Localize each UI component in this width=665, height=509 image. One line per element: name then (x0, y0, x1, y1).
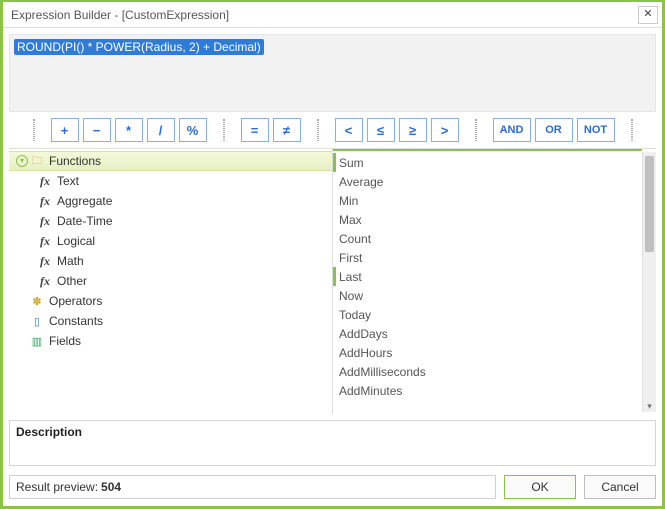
list-item[interactable]: Last (333, 267, 642, 286)
constants-icon: ▯ (29, 313, 45, 329)
tree-label: Text (57, 174, 79, 188)
tree-label: Other (57, 274, 87, 288)
ok-button[interactable]: OK (504, 475, 576, 499)
op-plus[interactable]: + (51, 118, 79, 142)
toolbar-separator (33, 119, 35, 141)
toolbar-separator (223, 119, 225, 141)
description-label: Description (16, 425, 82, 439)
op-minus[interactable]: − (83, 118, 111, 142)
op-divide[interactable]: / (147, 118, 175, 142)
fx-icon: fx (37, 193, 53, 209)
function-list-pane: Sum Average Min Max Count First Last Now… (333, 149, 656, 414)
operator-toolbar: + − * / % = ≠ < ≤ ≥ > AND OR NOT (3, 118, 662, 148)
fields-icon: ▥ (29, 333, 45, 349)
list-item[interactable]: AddDays (333, 324, 642, 343)
tree-label: Constants (49, 314, 103, 328)
result-value: 504 (101, 480, 121, 494)
expression-text: ROUND(PI() * POWER(Radius, 2) + Decimal) (14, 39, 264, 55)
close-icon: ✕ (643, 9, 652, 20)
op-and[interactable]: AND (493, 118, 531, 142)
category-tree: ▾ 🗀 Functions fx Text fx Aggregate fx Da… (9, 149, 332, 353)
tree-constants[interactable]: ▯ Constants (9, 311, 332, 331)
scrollbar[interactable]: ▾ (642, 152, 656, 412)
tree-label: Functions (49, 154, 101, 168)
list-item[interactable]: Count (333, 229, 642, 248)
list-item[interactable]: Average (333, 172, 642, 191)
tree-label: Fields (49, 334, 81, 348)
fx-icon: fx (37, 273, 53, 289)
content-split: ▾ 🗀 Functions fx Text fx Aggregate fx Da… (9, 148, 656, 414)
description-panel: Description (9, 420, 656, 466)
expression-textarea[interactable]: ROUND(PI() * POWER(Radius, 2) + Decimal) (9, 34, 656, 112)
fx-icon: fx (37, 173, 53, 189)
expand-icon[interactable]: ▾ (15, 155, 29, 167)
footer: Result preview: 504 OK Cancel (3, 472, 662, 506)
tree-label: Aggregate (57, 194, 112, 208)
scroll-down-icon[interactable]: ▾ (643, 401, 656, 412)
tree-functions-aggregate[interactable]: fx Aggregate (9, 191, 332, 211)
tree-functions-other[interactable]: fx Other (9, 271, 332, 291)
list-item[interactable]: AddMilliseconds (333, 362, 642, 381)
list-item[interactable]: AddMinutes (333, 381, 642, 400)
cmp-group: < ≤ ≥ > (335, 118, 459, 142)
op-lte[interactable]: ≤ (367, 118, 395, 142)
op-gt[interactable]: > (431, 118, 459, 142)
arith-group: + − * / % (51, 118, 207, 142)
category-tree-pane: ▾ 🗀 Functions fx Text fx Aggregate fx Da… (9, 149, 333, 414)
folder-icon: 🗀 (29, 153, 45, 169)
fx-icon: fx (37, 233, 53, 249)
titlebar: Expression Builder - [CustomExpression] … (3, 2, 662, 28)
close-button[interactable]: ✕ (638, 6, 658, 24)
tree-functions-math[interactable]: fx Math (9, 251, 332, 271)
cancel-button[interactable]: Cancel (584, 475, 656, 499)
tree-operators[interactable]: ✽ Operators (9, 291, 332, 311)
result-preview: Result preview: 504 (9, 475, 496, 499)
op-or[interactable]: OR (535, 118, 573, 142)
list-item[interactable]: First (333, 248, 642, 267)
tree-label: Date-Time (57, 214, 113, 228)
list-item[interactable]: Min (333, 191, 642, 210)
window-title: Expression Builder - [CustomExpression] (11, 8, 229, 22)
gear-icon: ✽ (29, 293, 45, 309)
tree-functions[interactable]: ▾ 🗀 Functions (9, 151, 332, 171)
toolbar-separator (475, 119, 477, 141)
toolbar-separator (631, 119, 633, 141)
list-item[interactable]: Today (333, 305, 642, 324)
tree-label: Operators (49, 294, 102, 308)
tree-label: Math (57, 254, 84, 268)
op-equal[interactable]: = (241, 118, 269, 142)
tree-functions-datetime[interactable]: fx Date-Time (9, 211, 332, 231)
op-lt[interactable]: < (335, 118, 363, 142)
list-item[interactable]: Sum (333, 153, 642, 172)
eq-group: = ≠ (241, 118, 301, 142)
expression-builder-window: Expression Builder - [CustomExpression] … (0, 0, 665, 509)
list-item[interactable]: Now (333, 286, 642, 305)
list-item[interactable]: AddHours (333, 343, 642, 362)
op-notequal[interactable]: ≠ (273, 118, 301, 142)
op-multiply[interactable]: * (115, 118, 143, 142)
op-gte[interactable]: ≥ (399, 118, 427, 142)
list-item[interactable]: Max (333, 210, 642, 229)
tree-fields[interactable]: ▥ Fields (9, 331, 332, 351)
tree-functions-text[interactable]: fx Text (9, 171, 332, 191)
function-list: Sum Average Min Max Count First Last Now… (333, 149, 642, 414)
tree-functions-logical[interactable]: fx Logical (9, 231, 332, 251)
scrollbar-thumb[interactable] (645, 156, 654, 252)
op-mod[interactable]: % (179, 118, 207, 142)
logic-group: AND OR NOT (493, 118, 615, 142)
result-label: Result preview: (16, 480, 98, 494)
fx-icon: fx (37, 213, 53, 229)
fx-icon: fx (37, 253, 53, 269)
op-not[interactable]: NOT (577, 118, 615, 142)
tree-label: Logical (57, 234, 95, 248)
toolbar-separator (317, 119, 319, 141)
